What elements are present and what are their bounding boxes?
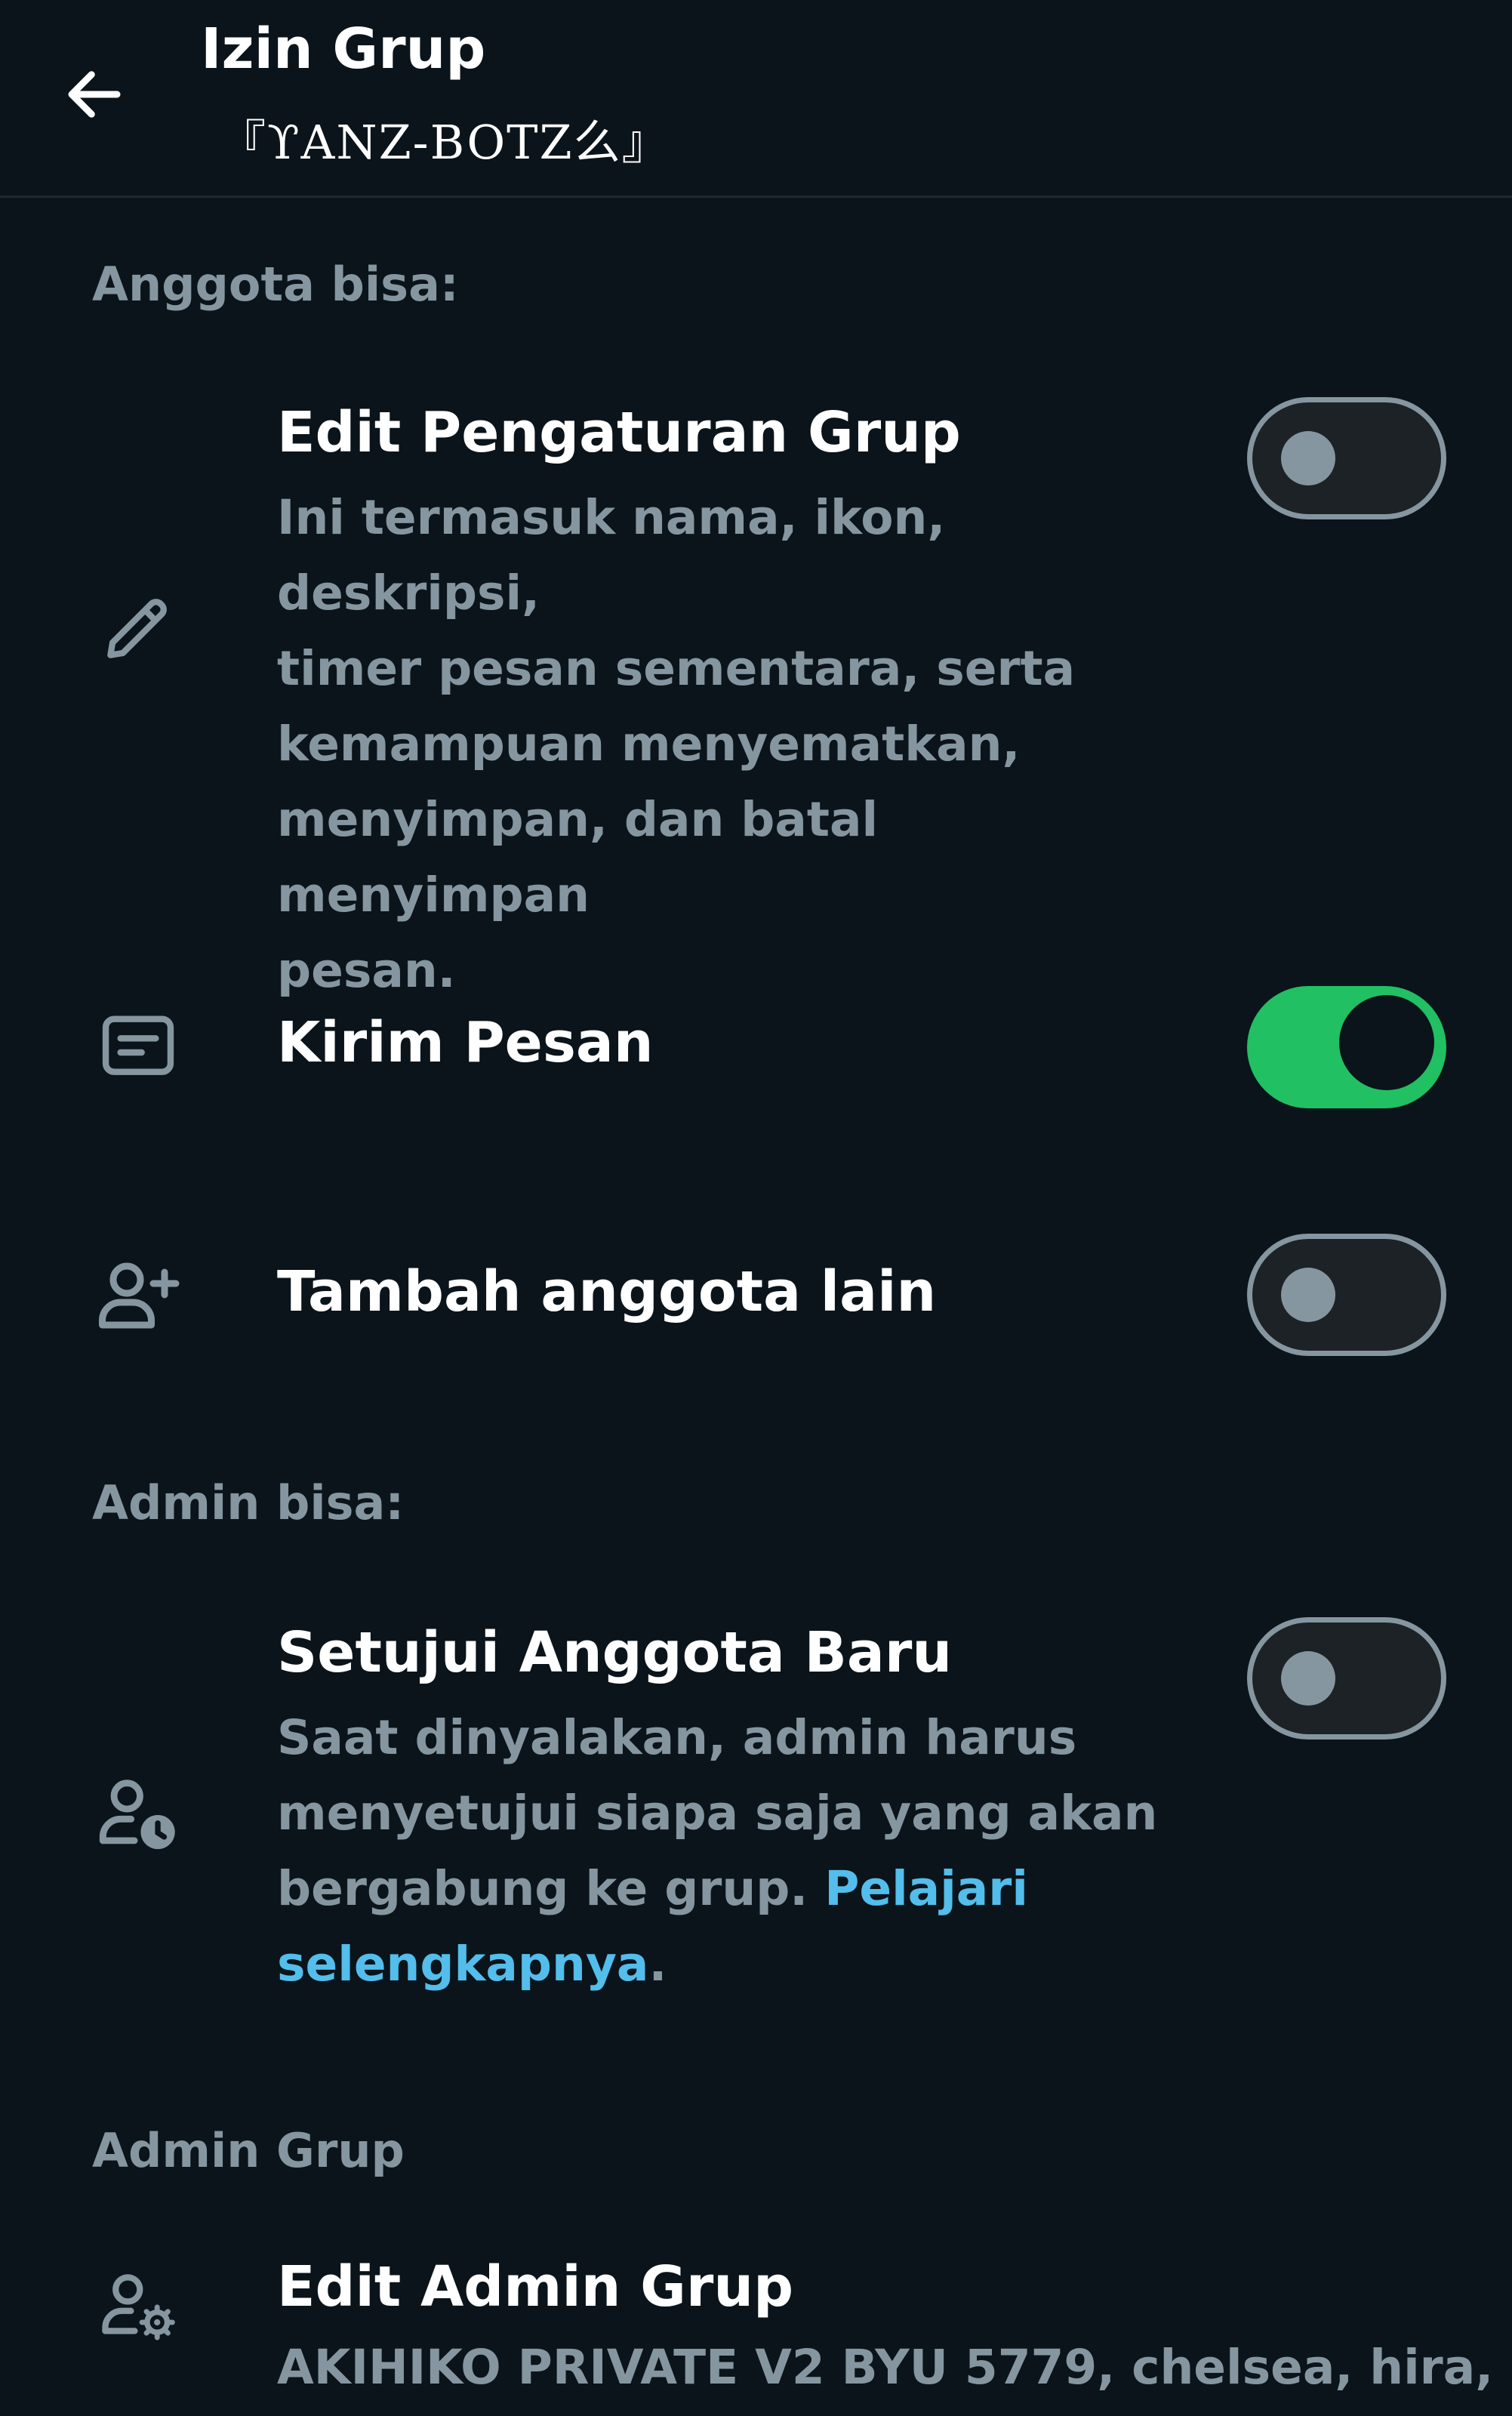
toggle-knob	[1281, 1268, 1335, 1322]
section-label-group-admins: Admin Grup	[92, 2123, 405, 2178]
pencil-icon	[89, 578, 187, 676]
person-clock-icon	[89, 1764, 187, 1862]
person-gear-icon	[89, 2256, 187, 2354]
learn-more-link-cont[interactable]: selengkapnya	[277, 1937, 648, 1992]
add-person-icon	[89, 1246, 187, 1344]
learn-more-link[interactable]: Pelajari	[824, 1861, 1028, 1916]
admin-list-subtitle: AKIHIKO PRIVATE V2 BYU 5779, chelsea, hi…	[277, 2340, 1512, 2395]
app-header: Izin Grup 『ϒANZ-BOTZ么』	[0, 0, 1512, 198]
setting-title: Tambah anggota lain	[277, 1259, 937, 1324]
setting-title: Setujui Anggota Baru	[277, 1620, 953, 1685]
add-members-toggle[interactable]	[1247, 1234, 1446, 1356]
setting-title: Kirim Pesan	[277, 1010, 654, 1075]
setting-description: Saat dinyalakan, admin harus menyetujui …	[277, 1710, 1158, 1992]
approve-members-toggle[interactable]	[1247, 1617, 1446, 1740]
group-name: 『ϒANZ-BOTZ么』	[219, 115, 670, 170]
setting-title: Edit Pengaturan Grup	[277, 400, 961, 465]
toggle-knob	[1281, 1651, 1335, 1706]
send-messages-toggle[interactable]	[1247, 986, 1446, 1108]
edit-group-settings-toggle[interactable]	[1247, 397, 1446, 519]
arrow-left-icon	[68, 71, 121, 118]
section-label-members: Anggota bisa:	[92, 257, 459, 312]
section-label-admins: Admin bisa:	[92, 1475, 405, 1530]
page-title: Izin Grup	[201, 17, 486, 82]
setting-description: Ini termasuk nama, ikon, deskripsi, time…	[277, 490, 1076, 998]
setting-title: Edit Admin Grup	[277, 2254, 794, 2319]
message-icon	[89, 998, 187, 1096]
back-button[interactable]	[53, 53, 136, 136]
toggle-knob	[1339, 995, 1434, 1090]
toggle-knob	[1281, 431, 1335, 485]
